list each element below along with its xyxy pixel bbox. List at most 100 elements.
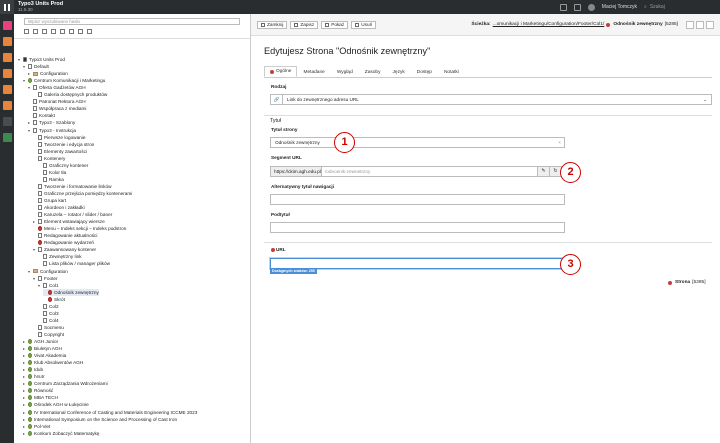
filter-icon[interactable] bbox=[87, 29, 92, 34]
tree-node[interactable]: Współpraca z mediami bbox=[28, 105, 86, 112]
view-module-icon[interactable] bbox=[2, 53, 12, 62]
tree-node[interactable]: ▸ Idub bbox=[23, 366, 43, 373]
tree-node[interactable]: Menu – Indeks sekcji – Indeks podstron bbox=[33, 225, 126, 232]
share-icon[interactable] bbox=[696, 20, 704, 29]
tree-node[interactable]: Col4 bbox=[38, 317, 59, 324]
tree-node[interactable]: ▸ Element wstawiający wiersze bbox=[33, 218, 105, 225]
tree-node[interactable]: Pierwsze logowanie bbox=[33, 134, 85, 141]
close-button[interactable]: Zamknij bbox=[257, 20, 288, 29]
tree-node[interactable]: Akordeon i zakładki bbox=[33, 204, 85, 211]
tree-node[interactable]: ▾ Zaawansowany kontener bbox=[33, 246, 96, 253]
tab-appearance[interactable]: Wygląd bbox=[331, 66, 359, 77]
tree-node[interactable]: ▸ Pol-Viet bbox=[23, 423, 50, 430]
tree-node[interactable]: ▾ Typo3 - Instrukcja bbox=[28, 127, 76, 134]
refresh-icon[interactable] bbox=[686, 20, 694, 29]
tree-node[interactable]: Skrót bbox=[43, 296, 65, 303]
subtitle-input[interactable] bbox=[270, 222, 565, 233]
folder-icon[interactable] bbox=[60, 29, 65, 34]
typo3-logo-icon[interactable] bbox=[0, 0, 14, 14]
tree-node[interactable]: ▸ Konkurs Zobaczyć Matematykę bbox=[23, 430, 99, 437]
tree-node[interactable]: Zewnętrzny link bbox=[38, 253, 82, 260]
shortcut-bookmark-icon[interactable] bbox=[706, 20, 714, 29]
tree-node[interactable]: Kontenery bbox=[33, 155, 65, 162]
path-link[interactable]: ...omunikacji i Marketingu/Configuration… bbox=[493, 22, 605, 27]
tree-node[interactable]: Elementy zawartości bbox=[33, 148, 87, 155]
tab-language[interactable]: Język bbox=[387, 66, 411, 77]
tab-metadata[interactable]: Metadane bbox=[297, 66, 330, 77]
tree-node[interactable]: ▸ AGH Junior bbox=[23, 338, 58, 345]
global-search[interactable]: ⌕ Szukaj bbox=[644, 4, 714, 10]
tree-node[interactable]: ▾ Col1 bbox=[38, 282, 59, 289]
tree-node[interactable]: ▸ Configuration bbox=[28, 70, 68, 77]
tree-node[interactable]: Karuzela – rotator / slider / baner bbox=[33, 211, 112, 218]
info-module-icon[interactable] bbox=[2, 101, 12, 110]
clear-icon[interactable]: × bbox=[558, 138, 564, 147]
tree-node[interactable]: Redagowanie wydarzeń bbox=[33, 239, 94, 246]
forms-module-icon[interactable] bbox=[2, 85, 12, 94]
tree-node[interactable]: Graficzny kontener bbox=[38, 162, 88, 169]
tree-node[interactable]: ▸ Vivat Akademia bbox=[23, 352, 66, 359]
file-module-icon[interactable] bbox=[2, 117, 12, 126]
global-search-input[interactable]: Szukaj bbox=[650, 4, 665, 10]
tree-node[interactable]: Tworzenie i edycja stron bbox=[33, 141, 94, 148]
view-button[interactable]: Pokaż bbox=[321, 20, 349, 29]
delete-button[interactable]: Usuń bbox=[351, 20, 377, 29]
page-title-input[interactable]: Odnośnik zewnętrzny × bbox=[270, 137, 565, 148]
tree-node[interactable]: ▸ hrs4r bbox=[23, 373, 45, 380]
tree-node[interactable]: Col3 bbox=[38, 310, 59, 317]
new-page-icon[interactable] bbox=[24, 29, 29, 34]
tree-node[interactable]: ▸ Klub Absolwentów AGH bbox=[23, 359, 83, 366]
tree-node[interactable]: ▸ IV International Conference of Casting … bbox=[23, 409, 197, 416]
tree-node[interactable]: Socmenu bbox=[33, 324, 64, 331]
tree-node[interactable]: Ramka bbox=[38, 176, 64, 183]
page-type-icon[interactable] bbox=[33, 29, 38, 34]
tree-node[interactable]: Kontakt bbox=[28, 112, 55, 119]
user-name[interactable]: Maciej Tomczyk bbox=[602, 4, 637, 10]
tree-node[interactable]: Grupa kart bbox=[33, 197, 66, 204]
tree-node[interactable]: Lista plików / manager plików bbox=[38, 260, 110, 267]
tree-node[interactable]: ▾ Configuration bbox=[28, 268, 68, 275]
page-type-select[interactable]: 🔗 Link do zewnętrznego adresu URL ⌄ bbox=[270, 94, 712, 105]
tree-search-input[interactable]: Wpisz wyszukiwane hasło bbox=[24, 18, 240, 25]
tree-node[interactable]: Col2 bbox=[38, 303, 59, 310]
save-button[interactable]: Zapisz bbox=[290, 20, 319, 29]
tree-node[interactable]: ▸ Ośrodek AGH w Łukęcinie bbox=[23, 401, 89, 408]
tree-node[interactable]: ▾ Typo3 Units Prod bbox=[18, 56, 65, 63]
tree-node[interactable]: Tworzenie i formatowanie linków bbox=[33, 183, 111, 190]
tree-node[interactable]: ▸ Równość bbox=[23, 387, 53, 394]
tree-node[interactable]: Galeria dostępnych produktów bbox=[33, 91, 107, 98]
tab-notes[interactable]: Notatki bbox=[438, 66, 465, 77]
list-module-icon[interactable] bbox=[2, 69, 12, 78]
bookmark-icon[interactable] bbox=[559, 3, 567, 11]
divider-icon[interactable] bbox=[78, 29, 83, 34]
tree-node[interactable]: ▸ International Symposium on the Science … bbox=[23, 416, 177, 423]
slug-input[interactable]: /odnosnik-zewnetrzny bbox=[322, 166, 538, 177]
tree-node[interactable]: ▸ Typo3 - Szablony bbox=[28, 119, 75, 126]
tree-node[interactable]: Redagowanie aktualności bbox=[33, 232, 97, 239]
page-module-icon[interactable] bbox=[2, 37, 12, 46]
tree-node[interactable]: Graficzne przejścia pomiędzy kontenerami bbox=[33, 190, 132, 197]
tab-resources[interactable]: Zasoby bbox=[359, 66, 387, 77]
dashboard-module-icon[interactable] bbox=[2, 21, 12, 30]
link-page-icon[interactable] bbox=[42, 29, 47, 34]
tree-node[interactable]: ▸ Centrum Zarządzania Wdrożeniami bbox=[23, 380, 108, 387]
edit-slug-icon[interactable]: ✎ bbox=[538, 166, 550, 177]
tree-node[interactable]: Copyright bbox=[33, 331, 64, 338]
tree-node[interactable]: ▾ Default bbox=[23, 63, 49, 70]
tab-general[interactable]: Ogólne bbox=[264, 66, 298, 77]
nav-title-input[interactable] bbox=[270, 194, 565, 205]
tree-node[interactable]: ▸ MBA TECH bbox=[23, 394, 58, 401]
tree-node[interactable]: ▾ Centrum Komunikacji i Marketingu bbox=[23, 77, 105, 84]
recycler-icon[interactable] bbox=[69, 29, 74, 34]
users-module-icon[interactable] bbox=[2, 133, 12, 142]
tree-node[interactable]: Odnośnik zewnętrzny bbox=[43, 288, 99, 296]
tree-node[interactable]: ▾ Footer bbox=[33, 275, 58, 282]
avatar[interactable] bbox=[587, 3, 595, 11]
url-input[interactable] bbox=[270, 258, 565, 269]
shortcut-icon[interactable] bbox=[51, 29, 56, 34]
tree-node[interactable]: Kolor tła bbox=[38, 169, 66, 176]
tree-node[interactable]: ▸ Biuletyn AGH bbox=[23, 345, 62, 352]
help-icon[interactable] bbox=[573, 3, 581, 11]
tab-access[interactable]: Dostęp bbox=[411, 66, 438, 77]
tree-node[interactable]: Patronat Rektora AGH bbox=[28, 98, 86, 105]
